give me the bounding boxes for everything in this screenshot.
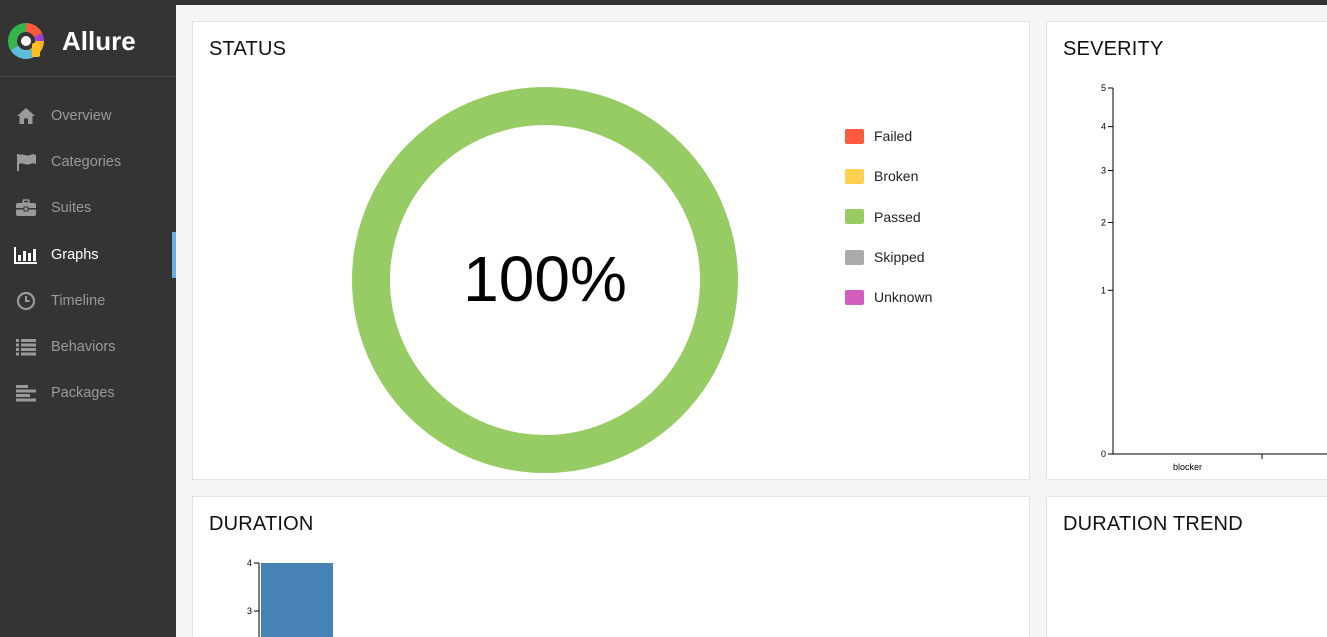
x-tick-label: blocker <box>1173 462 1202 472</box>
legend-label: Unknown <box>874 289 933 306</box>
legend-item-broken[interactable]: Broken <box>845 156 932 196</box>
legend-swatch <box>845 209 864 225</box>
legend-label: Failed <box>874 128 913 145</box>
home-icon <box>14 106 38 126</box>
list-icon <box>14 337 38 357</box>
sidebar-item-packages[interactable]: Packages <box>0 370 176 416</box>
briefcase-icon <box>14 198 38 218</box>
legend-item-unknown[interactable]: Unknown <box>845 277 932 317</box>
legend-swatch <box>845 128 864 144</box>
y-tick-label: 3 <box>247 606 252 616</box>
legend-label: Skipped <box>874 249 925 266</box>
align-left-icon <box>14 383 38 403</box>
sidebar-item-label: Graphs <box>51 246 99 263</box>
sidebar-item-label: Timeline <box>51 292 106 309</box>
sidebar: Allure Overview Categories Suites Graphs <box>0 0 176 637</box>
severity-bar-chart: 012345blockerc <box>1101 83 1327 472</box>
sidebar-item-graphs[interactable]: Graphs <box>0 231 176 278</box>
duration-bar-chart: 34 <box>247 558 333 637</box>
sidebar-item-overview[interactable]: Overview <box>0 93 176 139</box>
legend-label: Passed <box>874 208 921 225</box>
sidebar-item-label: Categories <box>51 154 122 171</box>
legend-swatch <box>845 289 864 305</box>
sidebar-nav: Overview Categories Suites Graphs Timeli… <box>0 93 176 416</box>
duration-trend-title: DURATION TREND <box>1063 513 1243 535</box>
brand[interactable]: Allure <box>0 0 176 77</box>
y-tick-label: 3 <box>1101 165 1106 175</box>
duration-bar[interactable] <box>261 563 333 637</box>
y-tick-label: 0 <box>1101 449 1106 459</box>
y-tick-label: 4 <box>1101 122 1106 132</box>
flag-icon <box>14 152 38 172</box>
y-tick-label: 5 <box>1101 83 1106 93</box>
y-tick-label: 1 <box>1101 285 1106 295</box>
sidebar-item-timeline[interactable]: Timeline <box>0 278 176 324</box>
sidebar-item-label: Packages <box>51 385 115 402</box>
allure-logo-icon <box>7 22 45 60</box>
clock-icon <box>14 291 38 311</box>
sidebar-item-label: Overview <box>51 108 112 125</box>
app-name: Allure <box>62 26 136 56</box>
y-tick-label: 4 <box>247 558 252 568</box>
legend-item-failed[interactable]: Failed <box>845 116 932 156</box>
main-content: STATUS 100% Failed Broken Passed Skipped <box>176 5 1327 637</box>
legend-label: Broken <box>874 168 919 185</box>
bar-chart-icon <box>14 245 38 265</box>
status-widget: STATUS 100% Failed Broken Passed Skipped <box>192 21 1030 480</box>
duration-trend-widget: DURATION TREND <box>1046 496 1327 637</box>
status-percent-label: 100% <box>463 243 627 315</box>
legend-item-skipped[interactable]: Skipped <box>845 237 932 277</box>
status-legend: Failed Broken Passed Skipped Unknown <box>845 116 932 317</box>
severity-widget: SEVERITY 012345blockerc <box>1046 21 1327 480</box>
legend-item-passed[interactable]: Passed <box>845 197 932 237</box>
legend-swatch <box>845 168 864 184</box>
sidebar-item-label: Suites <box>51 200 92 217</box>
duration-widget: DURATION 34 <box>192 496 1030 637</box>
legend-swatch <box>845 249 864 265</box>
y-tick-label: 2 <box>1101 218 1106 228</box>
sidebar-item-behaviors[interactable]: Behaviors <box>0 324 176 370</box>
sidebar-item-categories[interactable]: Categories <box>0 139 176 185</box>
sidebar-item-suites[interactable]: Suites <box>0 185 176 231</box>
sidebar-item-label: Behaviors <box>51 339 116 356</box>
